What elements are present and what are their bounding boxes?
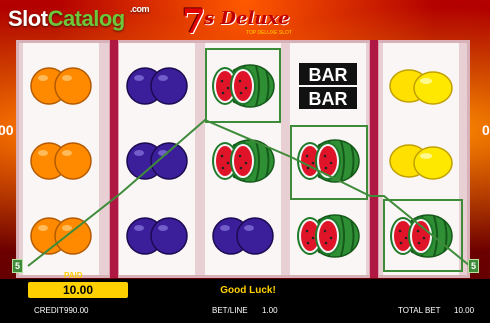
payline-number-left: 5 — [12, 259, 23, 273]
betline-label: BET/LINE — [212, 306, 248, 315]
totalbet-value: 10.00 — [454, 306, 475, 315]
totalbet-label: TOTAL BET — [398, 306, 441, 315]
credit-label: CREDIT — [34, 306, 64, 315]
payline-number-right: 5 — [468, 259, 479, 273]
status-message: Good Luck! — [220, 284, 276, 296]
credit-value: 990.00 — [64, 306, 89, 315]
win-highlight — [205, 48, 281, 123]
win-highlight — [383, 199, 463, 272]
paid-value: 10.00 — [28, 282, 128, 298]
paid-label: PAID — [64, 271, 83, 280]
betline-value: 1.00 — [262, 306, 278, 315]
win-highlight — [290, 125, 368, 200]
